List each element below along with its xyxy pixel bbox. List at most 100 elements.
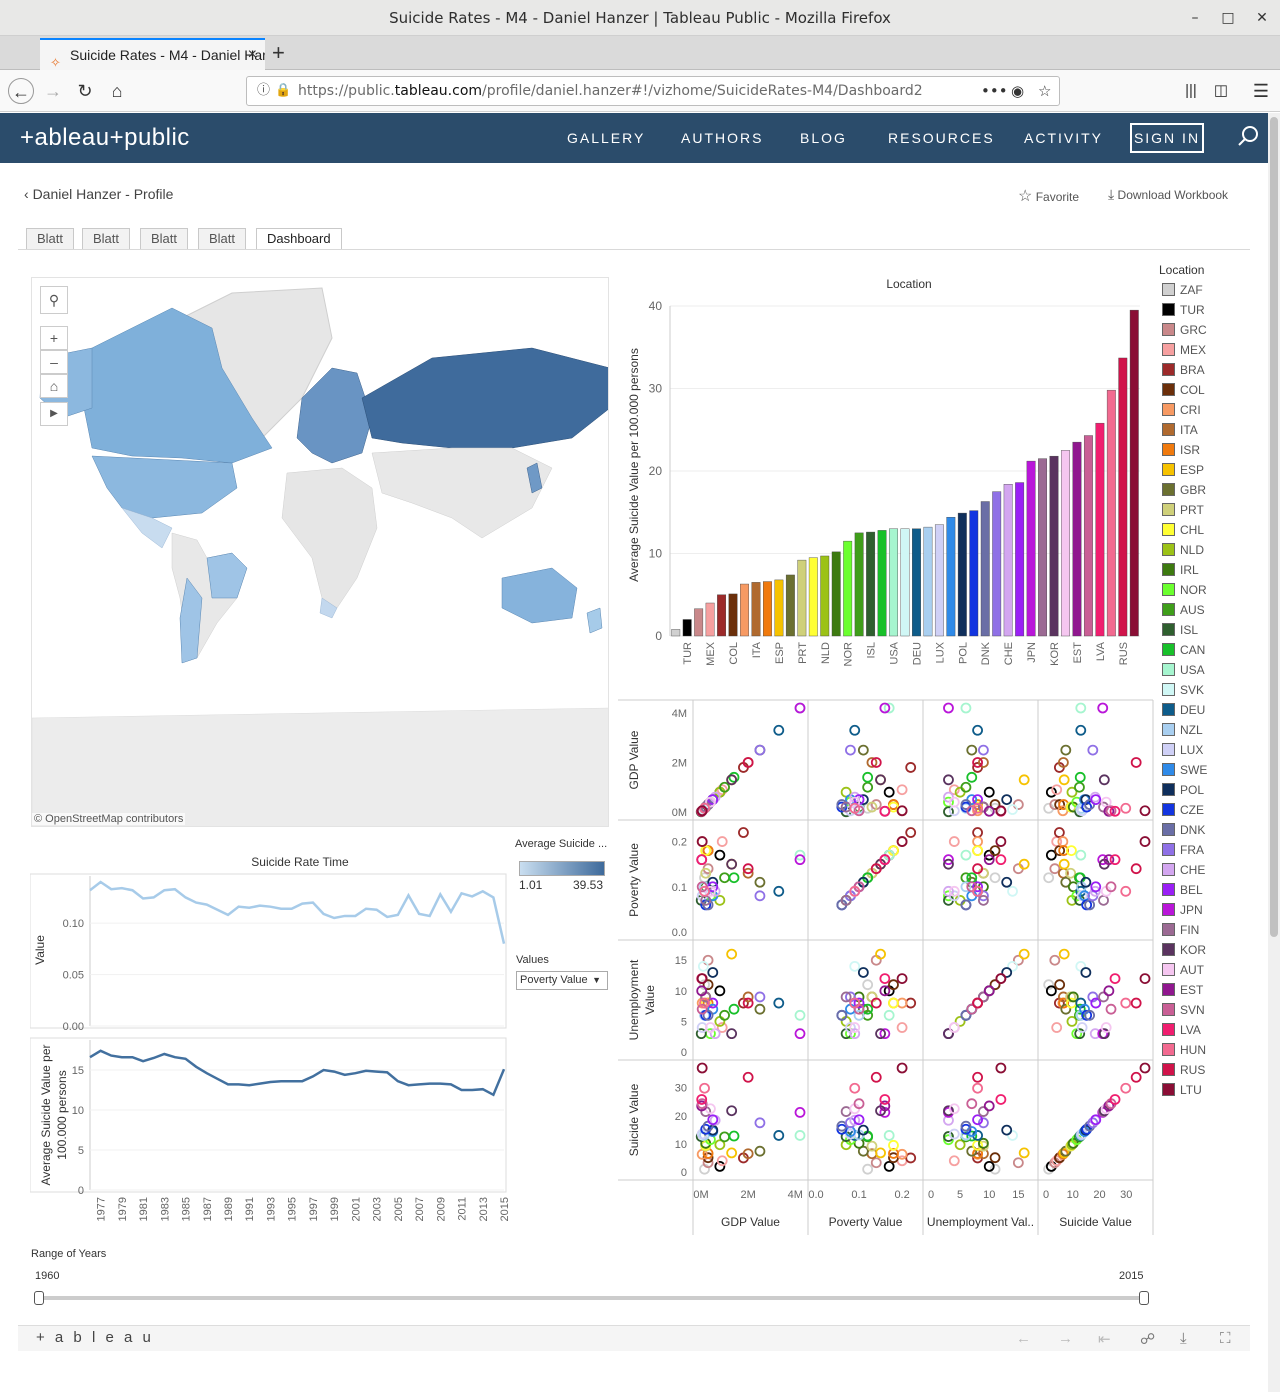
legend-swatch [1162,503,1175,516]
matrix-x-tick: 10 [1067,1189,1079,1201]
tableau-public-logo[interactable]: +ableau+public [20,124,190,152]
scatter-point-grc [1049,863,1061,875]
close-tab-icon[interactable]: × [248,40,257,70]
nav-resources[interactable]: RESOURCES [888,130,995,146]
scatter-point-rus [972,1071,983,1083]
scatter-point-bra [972,827,983,838]
time-y-tick-label: 0 [78,1185,84,1197]
redo-icon[interactable]: → [1058,1330,1073,1347]
scatter-point-svn [1105,1003,1117,1015]
legend-swatch [1162,783,1175,796]
sheet-tab-blatt-4[interactable]: Blatt 4 [198,228,247,266]
legend-swatch [1162,843,1175,856]
range-slider-end-handle[interactable] [1139,1291,1149,1305]
nav-blog[interactable]: BLOG [800,130,847,146]
tableau-footer-logo[interactable]: + a b l e a u [36,1329,154,1346]
back-to-profile-link[interactable]: ‹ Daniel Hanzer - Profile [24,186,173,202]
page-actions-icon[interactable]: ••• [981,77,1008,105]
bar-jpn [1026,460,1036,637]
search-icon[interactable] [1237,125,1259,147]
scatter-point-bra [905,1152,917,1164]
lock-icon: 🔒 [275,83,292,98]
range-slider-start-handle[interactable] [34,1291,44,1305]
back-icon[interactable]: ← [8,78,34,104]
x-tick-label: NOR [843,642,855,667]
scatter-point-esp [1018,1147,1030,1159]
scatter-point-svn [966,1098,978,1110]
share-icon[interactable]: ☍ [1140,1330,1155,1348]
bar-isr [763,581,772,637]
sidebar-icon[interactable]: ◫ [1208,78,1234,104]
scatter-point-pol [1001,876,1013,888]
matrix-y-tick: 0 [681,1167,687,1179]
scatter-point-lva [879,1094,891,1105]
minimize-icon[interactable]: – [1180,0,1210,36]
time-y-tick-label: 15 [72,1065,84,1077]
scatter-point-est [1103,985,1115,997]
zoom-in-icon[interactable]: + [40,326,68,350]
revert-icon[interactable]: ⇤ [1098,1330,1111,1348]
bar-chart: Location Average Suicide Value per 100.0… [627,277,1140,667]
menu-icon[interactable]: ☰ [1248,78,1274,104]
browser-tab[interactable]: ✧ Suicide Rates - M4 - Daniel Hanzer × [40,38,265,70]
dropdown-arrow-icon: ▼ [592,975,601,985]
sheet-tab-blatt-3[interactable]: Blatt 3 [140,228,189,266]
sheet-tab-blatt-2[interactable]: Blatt 2 [82,228,131,266]
sheet-tab-blatt-1[interactable]: Blatt 1 [26,228,75,266]
time-x-tick-label: 1989 [223,1197,235,1221]
world-map[interactable] [31,277,609,827]
page-scrollbar[interactable] [1268,113,1280,1392]
scrollbar-thumb[interactable] [1270,117,1278,937]
range-slider-track[interactable] [38,1296,1145,1300]
bar-ltu [1129,309,1139,637]
legend-label: POL [1180,783,1205,797]
range-label: Range of Years [31,1248,107,1260]
values-dropdown[interactable]: Poverty Value ▼ [516,971,608,990]
library-icon[interactable]: ||| [1178,78,1204,104]
scatter-point-gbr [754,876,766,888]
scatter-point-jpn [794,1107,806,1118]
bar-usa [889,528,898,637]
legend-label: ZAF [1180,283,1203,297]
pocket-icon[interactable]: ◉ [1011,77,1024,105]
scatter-point-svk [1007,804,1018,815]
close-window-icon[interactable]: ✕ [1247,0,1277,36]
undo-icon[interactable]: ← [1016,1330,1031,1347]
favorite-button[interactable]: ☆ Favorite [1018,186,1079,206]
map-home-icon[interactable]: ⌂ [40,374,68,398]
download-viz-icon[interactable]: ⤓ [1180,1330,1187,1347]
info-icon[interactable]: ⓘ [257,77,270,105]
nav-activity[interactable]: ACTIVITY [1024,130,1103,146]
legend-swatch [1162,463,1175,476]
nav-gallery[interactable]: GALLERY [567,130,645,146]
bookmark-star-icon[interactable]: ☆ [1038,77,1051,105]
time-panel-frame [30,873,507,1029]
reload-icon[interactable]: ↻ [72,78,98,104]
x-tick-label: MEX [705,641,717,666]
scatter-point-usa [1075,702,1087,714]
map-expand-icon[interactable]: ▶ [40,402,68,426]
fullscreen-icon[interactable]: ⛶ [1220,1330,1231,1347]
sign-in-button[interactable]: SIGN IN [1130,123,1204,153]
map-search-icon[interactable]: ⚲ [40,286,68,314]
url-bar[interactable]: ⓘ 🔒 https://public.tableau.com/profile/d… [246,76,1060,106]
nav-authors[interactable]: AUTHORS [681,130,763,146]
bar-rus [1118,357,1128,637]
maximize-icon[interactable]: □ [1213,0,1243,36]
forward-icon[interactable]: → [40,78,66,104]
legend-label: NLD [1180,543,1205,557]
scatter-point-esp [1018,948,1030,960]
star-icon: ☆ [1018,188,1033,205]
home-icon[interactable]: ⌂ [104,78,130,104]
new-tab-icon[interactable]: + [272,38,285,68]
legend-label: JPN [1180,903,1203,917]
matrix-y-tick: 0 [681,1047,687,1059]
download-workbook-button[interactable]: ⤓ Download Workbook [1108,186,1228,203]
zoom-out-icon[interactable]: – [40,350,68,374]
time-x-tick-label: 1995 [287,1197,299,1221]
scatter-point-gbr [754,1145,766,1157]
sheet-tab-dashboard-2[interactable]: Dashboard 2 [256,228,342,266]
legend-label: GBR [1180,483,1207,497]
legend-swatch [1162,743,1175,756]
scatter-point-can [862,771,874,783]
